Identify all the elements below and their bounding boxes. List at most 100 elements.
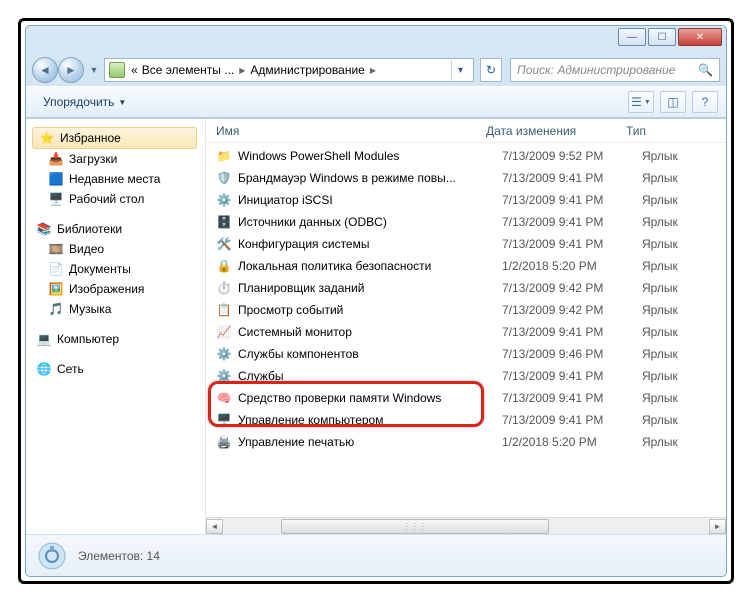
file-date: 7/13/2009 9:41 PM xyxy=(502,413,642,427)
scroll-thumb[interactable]: ⋮⋮⋮ xyxy=(281,519,548,534)
sidebar-videos[interactable]: 🎞️Видео xyxy=(30,239,201,259)
command-bar: Упорядочить ▼ ☰ ▼ ◫ ? xyxy=(26,86,726,118)
explorer-window: — ☐ ✕ ◄ ► ▼ « Все элементы ... ▶ Админис… xyxy=(25,25,727,577)
file-item[interactable]: 🛠️Конфигурация системы7/13/2009 9:41 PMЯ… xyxy=(206,233,726,255)
file-item[interactable]: ⏱️Планировщик заданий7/13/2009 9:42 PMЯр… xyxy=(206,277,726,299)
sidebar-pictures[interactable]: 🖼️Изображения xyxy=(30,279,201,299)
file-type: Ярлык xyxy=(642,413,678,427)
file-item[interactable]: 📁Windows PowerShell Modules7/13/2009 9:5… xyxy=(206,145,726,167)
address-bar[interactable]: « Все элементы ... ▶ Администрирование ▶… xyxy=(104,58,474,82)
network-icon: 🌐 xyxy=(36,361,52,377)
chevron-right-icon[interactable]: ▶ xyxy=(236,66,248,75)
shortcut-icon: 🛡️ xyxy=(216,170,232,186)
chevron-down-icon: ▼ xyxy=(118,98,126,107)
shortcut-icon: ⚙️ xyxy=(216,368,232,384)
refresh-button[interactable]: ↻ xyxy=(480,58,502,82)
computer-icon: 💻 xyxy=(36,331,52,347)
minimize-button[interactable]: — xyxy=(618,28,646,46)
chevron-right-icon[interactable]: ▶ xyxy=(367,66,379,75)
history-dropdown[interactable]: ▼ xyxy=(88,65,100,75)
scroll-left-button[interactable]: ◄ xyxy=(206,519,223,534)
close-button[interactable]: ✕ xyxy=(678,28,722,46)
file-name: Системный монитор xyxy=(238,325,502,339)
sidebar-desktop[interactable]: 🖥️Рабочий стол xyxy=(30,189,201,209)
shortcut-icon: ⚙️ xyxy=(216,192,232,208)
file-type: Ярлык xyxy=(642,237,678,251)
shortcut-icon: ⚙️ xyxy=(216,346,232,362)
file-type: Ярлык xyxy=(642,347,678,361)
organize-menu[interactable]: Упорядочить ▼ xyxy=(34,91,135,113)
shortcut-icon: 🖥️ xyxy=(216,412,232,428)
help-button[interactable]: ? xyxy=(692,91,718,113)
sidebar-favorites[interactable]: ⭐Избранное xyxy=(32,127,197,149)
file-item[interactable]: 🧠Средство проверки памяти Windows7/13/20… xyxy=(206,387,726,409)
file-name: Службы компонентов xyxy=(238,347,502,361)
file-type: Ярлык xyxy=(642,215,678,229)
file-name: Службы xyxy=(238,369,502,383)
navigation-pane: ⭐Избранное 📥Загрузки 🟦Недавние места 🖥️Р… xyxy=(26,119,206,534)
column-headers: Имя Дата изменения Тип xyxy=(206,119,726,143)
file-type: Ярлык xyxy=(642,193,678,207)
shortcut-icon: 🗄️ xyxy=(216,214,232,230)
file-item[interactable]: ⚙️ Службы компонентов7/13/2009 9:46 PMЯрл… xyxy=(206,343,726,365)
desktop-icon: 🖥️ xyxy=(48,191,64,207)
header-type[interactable]: Тип xyxy=(626,124,726,138)
video-icon: 🎞️ xyxy=(48,241,64,257)
file-date: 7/13/2009 9:42 PM xyxy=(502,303,642,317)
sidebar-network[interactable]: 🌐Сеть xyxy=(30,359,201,379)
file-type: Ярлык xyxy=(642,149,678,163)
file-item[interactable]: 🖨️Управление печатью1/2/2018 5:20 PMЯрлы… xyxy=(206,431,726,453)
sidebar-downloads[interactable]: 📥Загрузки xyxy=(30,149,201,169)
libraries-icon: 📚 xyxy=(36,221,52,237)
status-text: Элементов: 14 xyxy=(78,549,160,563)
shortcut-icon: 🔒 xyxy=(216,258,232,274)
file-type: Ярлык xyxy=(642,281,678,295)
file-item[interactable]: 🗄️Источники данных (ODBC)7/13/2009 9:41 … xyxy=(206,211,726,233)
file-name: Просмотр событий xyxy=(238,303,502,317)
crumb-pre[interactable]: « xyxy=(129,63,140,77)
file-item[interactable]: 📈Системный монитор7/13/2009 9:41 PMЯрлык xyxy=(206,321,726,343)
file-date: 7/13/2009 9:52 PM xyxy=(502,149,642,163)
file-name: Локальная политика безопасности xyxy=(238,259,502,273)
search-placeholder: Поиск: Администрирование xyxy=(517,63,675,77)
file-item[interactable]: ⚙️Инициатор iSCSI7/13/2009 9:41 PMЯрлык xyxy=(206,189,726,211)
shortcut-icon: 🧠 xyxy=(216,390,232,406)
nav-bar: ◄ ► ▼ « Все элементы ... ▶ Администриров… xyxy=(26,54,726,86)
downloads-icon: 📥 xyxy=(48,151,64,167)
file-date: 7/13/2009 9:41 PM xyxy=(502,237,642,251)
file-item[interactable]: 🖥️Управление компьютером7/13/2009 9:41 P… xyxy=(206,409,726,431)
scroll-right-button[interactable]: ► xyxy=(709,519,726,534)
sidebar-libraries[interactable]: 📚Библиотеки xyxy=(30,219,201,239)
file-item[interactable]: ⚙️Службы7/13/2009 9:41 PMЯрлык xyxy=(206,365,726,387)
shortcut-icon: 📁 xyxy=(216,148,232,164)
sidebar-recent[interactable]: 🟦Недавние места xyxy=(30,169,201,189)
address-dropdown[interactable]: ▾ xyxy=(451,60,469,80)
sidebar-computer[interactable]: 💻Компьютер xyxy=(30,329,201,349)
crumb-2[interactable]: Администрирование xyxy=(248,63,366,77)
forward-button[interactable]: ► xyxy=(58,57,84,83)
titlebar: — ☐ ✕ xyxy=(26,26,726,54)
back-button[interactable]: ◄ xyxy=(32,57,58,83)
header-name[interactable]: Имя xyxy=(206,124,486,138)
view-options-button[interactable]: ☰ ▼ xyxy=(628,91,654,113)
crumb-1[interactable]: Все элементы ... xyxy=(140,63,237,77)
file-item[interactable]: 🛡️Брандмауэр Windows в режиме повы...7/1… xyxy=(206,167,726,189)
file-date: 7/13/2009 9:41 PM xyxy=(502,215,642,229)
header-date[interactable]: Дата изменения xyxy=(486,124,626,138)
preview-pane-button[interactable]: ◫ xyxy=(660,91,686,113)
file-date: 7/13/2009 9:41 PM xyxy=(502,369,642,383)
file-type: Ярлык xyxy=(642,391,678,405)
horizontal-scrollbar[interactable]: ◄ ⋮⋮⋮ ► xyxy=(206,517,726,534)
maximize-button[interactable]: ☐ xyxy=(648,28,676,46)
shortcut-icon: 🛠️ xyxy=(216,236,232,252)
search-input[interactable]: Поиск: Администрирование 🔍 xyxy=(510,58,720,82)
file-type: Ярлык xyxy=(642,435,678,449)
file-item[interactable]: 🔒Локальная политика безопасности1/2/2018… xyxy=(206,255,726,277)
scroll-track[interactable]: ⋮⋮⋮ xyxy=(223,519,709,534)
file-date: 7/13/2009 9:42 PM xyxy=(502,281,642,295)
sidebar-music[interactable]: 🎵Музыка xyxy=(30,299,201,319)
sidebar-documents[interactable]: 📄Документы xyxy=(30,259,201,279)
file-list: Имя Дата изменения Тип 📁Windows PowerShe… xyxy=(206,119,726,534)
file-date: 7/13/2009 9:46 PM xyxy=(502,347,642,361)
file-item[interactable]: 📋Просмотр событий7/13/2009 9:42 PMЯрлык xyxy=(206,299,726,321)
